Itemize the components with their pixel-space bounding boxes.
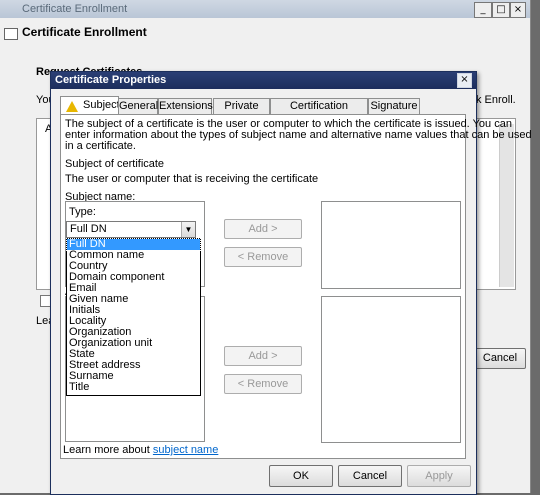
type-option[interactable]: Title bbox=[67, 382, 200, 393]
type-dropdown-list[interactable]: Full DN Common name Country Domain compo… bbox=[66, 238, 201, 396]
minimize-button[interactable]: _ bbox=[474, 2, 492, 18]
enrollment-page-title: Certificate Enrollment bbox=[22, 25, 147, 39]
dialog-title: Certificate Properties bbox=[55, 74, 167, 86]
bg-enroll-text: k Enroll. bbox=[476, 94, 516, 106]
dialog-titlebar: Certificate Properties × bbox=[51, 72, 476, 89]
learn-more-text: Learn more about subject name bbox=[63, 444, 218, 456]
apply-button[interactable]: Apply bbox=[407, 465, 471, 487]
type-select-value: Full DN bbox=[70, 223, 107, 235]
enrollment-titlebar: Certificate Enrollment _ □ × bbox=[0, 0, 530, 18]
window-close-button[interactable]: × bbox=[510, 2, 526, 18]
subject-values-list[interactable] bbox=[321, 201, 461, 289]
learn-more-prefix: Learn more about bbox=[63, 444, 150, 456]
description-line-3: in a certificate. bbox=[65, 140, 136, 152]
tab-subject[interactable]: Subject bbox=[60, 96, 120, 115]
maximize-button[interactable]: □ bbox=[492, 2, 510, 18]
tab-general[interactable]: General bbox=[118, 98, 158, 114]
remove-subject-button[interactable]: < Remove bbox=[224, 247, 302, 267]
tab-private-key[interactable]: Private Key bbox=[213, 98, 270, 126]
add-alternative-button[interactable]: Add > bbox=[224, 346, 302, 366]
cancel-button[interactable]: Cancel bbox=[338, 465, 402, 487]
tab-extensions[interactable]: Extensions bbox=[158, 98, 213, 114]
chevron-down-icon[interactable]: ▼ bbox=[181, 222, 195, 237]
warning-icon bbox=[66, 101, 78, 112]
bg-cancel-button[interactable]: Cancel bbox=[474, 348, 526, 369]
subject-tab-page: The subject of a certificate is the user… bbox=[60, 114, 532, 459]
tab-certification-authority[interactable]: Certification Authority bbox=[270, 98, 368, 126]
tab-subject-label: Subject bbox=[83, 99, 120, 111]
subject-name-link[interactable]: subject name bbox=[153, 444, 218, 456]
alternative-values-list[interactable] bbox=[321, 296, 461, 443]
subject-of-certificate-label: Subject of certificate bbox=[65, 158, 165, 170]
type-select[interactable]: Full DN ▼ bbox=[66, 221, 196, 238]
enrollment-header: Certificate Enrollment bbox=[0, 20, 530, 42]
dialog-close-button[interactable]: × bbox=[457, 73, 472, 88]
add-subject-button[interactable]: Add > bbox=[224, 219, 302, 239]
type-label: Type: bbox=[69, 206, 96, 218]
remove-alternative-button[interactable]: < Remove bbox=[224, 374, 302, 394]
tab-signature[interactable]: Signature bbox=[368, 98, 420, 114]
subject-of-certificate-text: The user or computer that is receiving t… bbox=[65, 173, 319, 185]
enrollment-window-title: Certificate Enrollment bbox=[22, 3, 128, 15]
ok-button[interactable]: OK bbox=[269, 465, 333, 487]
certificate-properties-dialog: Certificate Properties × Subject General… bbox=[50, 71, 532, 495]
bg-list-scrollbar[interactable] bbox=[499, 124, 514, 287]
